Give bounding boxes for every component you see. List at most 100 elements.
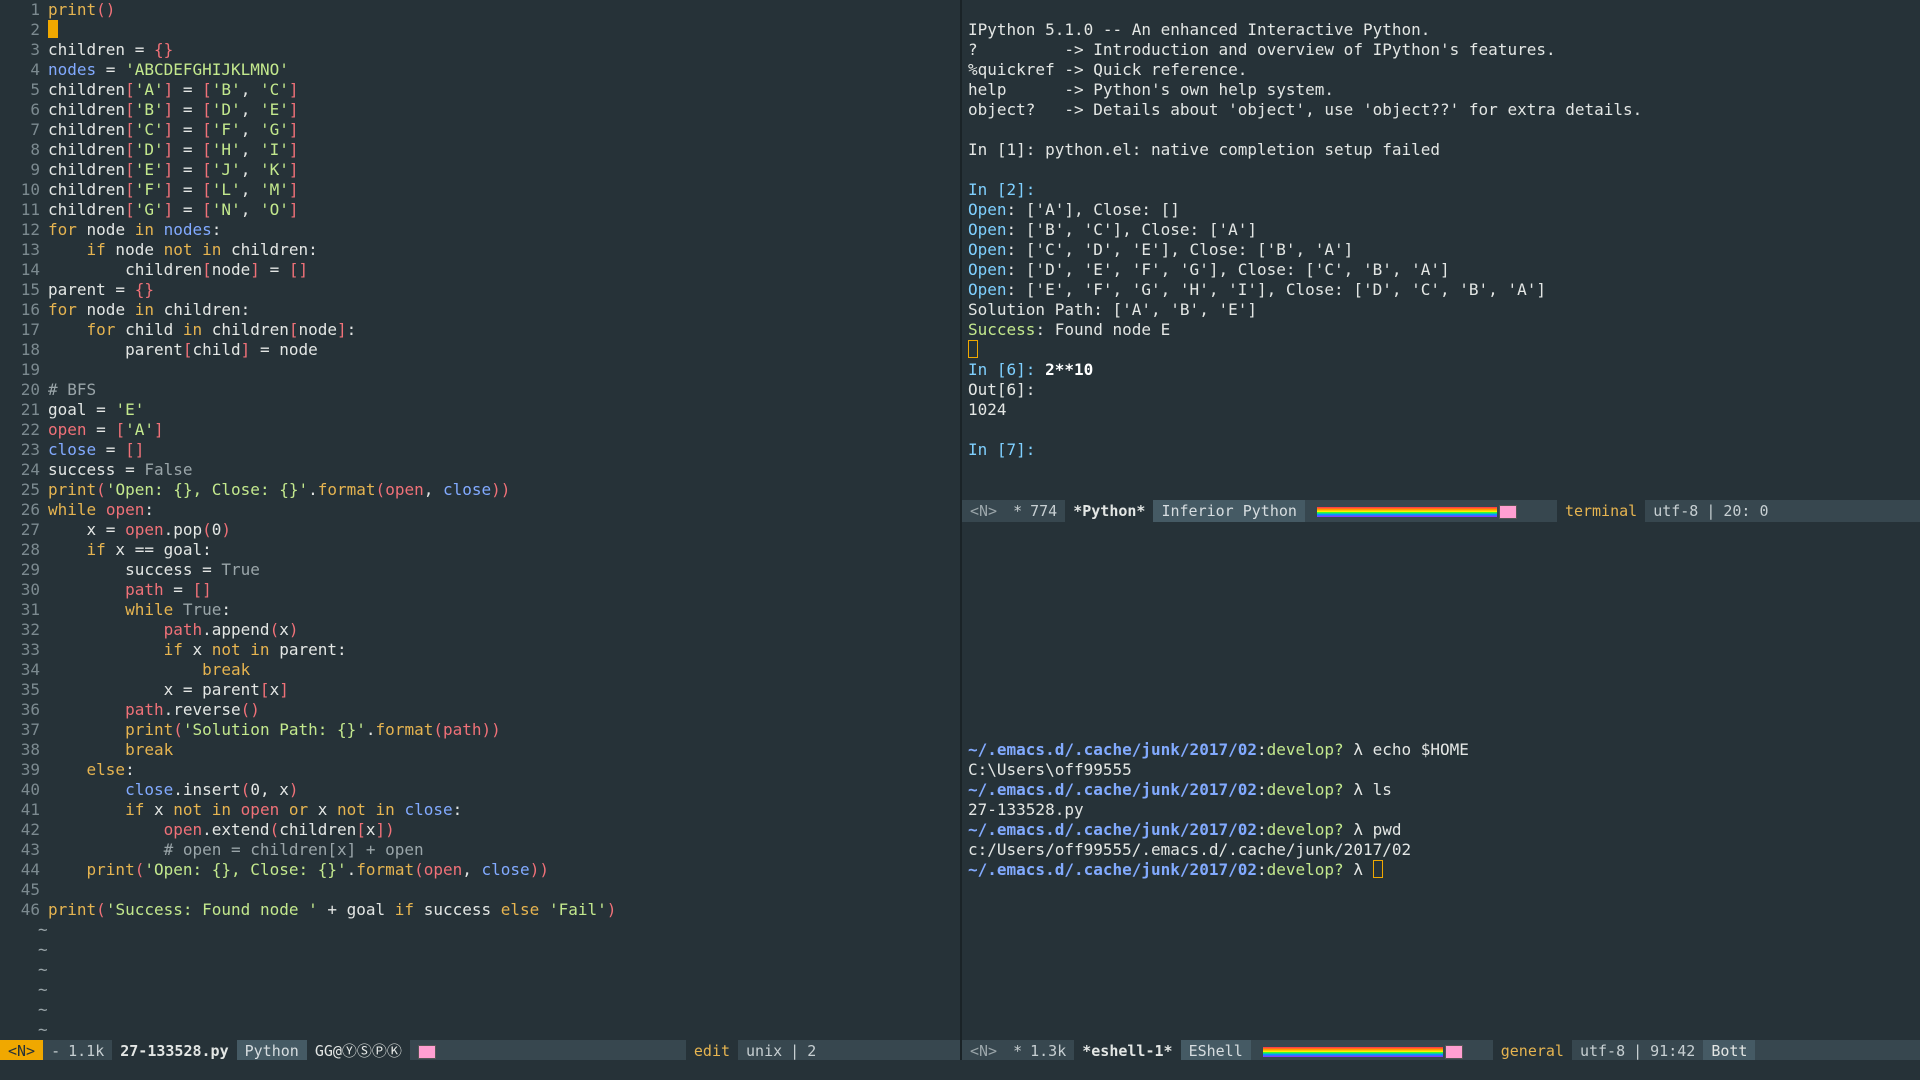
- code-line[interactable]: 20 # BFS: [0, 380, 960, 400]
- code-token: ): [221, 520, 232, 539]
- code-token: success =: [48, 460, 145, 479]
- code-editor-pane[interactable]: 1 print() 2 3 children = {} 4 nodes = 'ABCDEFG…: [0, 0, 960, 1040]
- code-line[interactable]: 11 children['G'] = ['N', 'O']: [0, 200, 960, 220]
- code-line[interactable]: 33 if x not in parent:: [0, 640, 960, 660]
- code-line[interactable]: 19: [0, 360, 960, 380]
- code-line[interactable]: 38 break: [0, 740, 960, 760]
- code-token: 'C': [259, 80, 289, 99]
- code-line[interactable]: 2: [0, 20, 960, 40]
- code-line[interactable]: 13 if node not in children:: [0, 240, 960, 260]
- code-line[interactable]: 35 x = parent[x]: [0, 680, 960, 700]
- code-line[interactable]: 4 nodes = 'ABCDEFGHIJKLMNO': [0, 60, 960, 80]
- code-token: 'M': [259, 180, 289, 199]
- prompt-separator: :: [1256, 780, 1267, 799]
- code-token: format: [356, 860, 415, 879]
- code-line[interactable]: 31 while True:: [0, 600, 960, 620]
- code-line[interactable]: 3 children = {}: [0, 40, 960, 60]
- code-token: ]: [288, 100, 299, 119]
- code-token: x: [182, 640, 212, 659]
- repl-line: Solution Path: ['A', 'B', 'E']: [968, 300, 1920, 320]
- code-line[interactable]: 15 parent = {}: [0, 280, 960, 300]
- code-line[interactable]: 18 parent[child] = node: [0, 340, 960, 360]
- nyan-cat-icon: [1498, 504, 1517, 519]
- code-line[interactable]: 40 close.insert(0, x): [0, 780, 960, 800]
- code-line[interactable]: 26 while open:: [0, 500, 960, 520]
- code-token: close: [48, 440, 97, 459]
- file-name[interactable]: 27-133528.py: [112, 1040, 237, 1062]
- code-token: [: [202, 180, 212, 199]
- code-line[interactable]: 29 success = True: [0, 560, 960, 580]
- code-line[interactable]: 1 print(): [0, 0, 960, 20]
- code-line[interactable]: 14 children[node] = []: [0, 260, 960, 280]
- code-token: ]: [240, 340, 251, 359]
- code-line[interactable]: 44 print('Open: {}, Close: {}'.format(op…: [0, 860, 960, 880]
- code-line[interactable]: 16 for node in children:: [0, 300, 960, 320]
- code-token: (: [134, 860, 145, 879]
- code-line[interactable]: 12 for node in nodes:: [0, 220, 960, 240]
- code-token: close: [125, 780, 174, 799]
- code-line[interactable]: 28 if x == goal:: [0, 540, 960, 560]
- code-token: ]: [163, 180, 174, 199]
- code-token: in: [134, 220, 154, 239]
- code-token: Open: [968, 220, 1007, 239]
- code-line[interactable]: 17 for child in children[node]:: [0, 320, 960, 340]
- code-line[interactable]: 34 break: [0, 660, 960, 680]
- code-token: [: [202, 120, 212, 139]
- code-token: Open: [968, 240, 1007, 259]
- code-line[interactable]: 24 success = False: [0, 460, 960, 480]
- code-token: 0: [211, 520, 222, 539]
- code-token: Solution Path: ['A', 'B', 'E']: [968, 300, 1257, 319]
- code-line[interactable]: 7 children['C'] = ['F', 'G']: [0, 120, 960, 140]
- buffer-name[interactable]: *eshell-1*: [1074, 1040, 1181, 1062]
- echo-area[interactable]: [0, 1060, 1920, 1080]
- code-line[interactable]: 30 path = []: [0, 580, 960, 600]
- code-line[interactable]: 45: [0, 880, 960, 900]
- repl-cursor-line[interactable]: [968, 340, 1920, 360]
- shell-output: c:/Users/off99555/.emacs.d/.cache/junk/2…: [968, 840, 1412, 859]
- separator: |: [1633, 1042, 1643, 1060]
- code-line[interactable]: 37 print('Solution Path: {}'.format(path…: [0, 720, 960, 740]
- code-line[interactable]: 43 # open = children[x] + open: [0, 840, 960, 860]
- code-token: children: [48, 80, 126, 99]
- code-line[interactable]: 36 path.reverse(): [0, 700, 960, 720]
- code-line[interactable]: 42 open.extend(children[x]): [0, 820, 960, 840]
- code-token: In [6]:: [968, 360, 1046, 379]
- major-mode[interactable]: Python: [236, 1040, 307, 1062]
- code-line[interactable]: 46 print('Success: Found node ' + goal if…: [0, 900, 960, 920]
- code-line[interactable]: 21 goal = 'E': [0, 400, 960, 420]
- code-line[interactable]: 25 print('Open: {}, Close: {}'.format(ope…: [0, 480, 960, 500]
- minor-modes[interactable]: GG@ⓎⓈⓅⓀ: [306, 1040, 410, 1062]
- project-name: edit: [685, 1040, 739, 1062]
- eshell-pane[interactable]: ~/.emacs.d/.cache/junk/2017/02:develop? …: [962, 520, 1920, 1040]
- code-line[interactable]: 39 else:: [0, 760, 960, 780]
- code-token: 'L': [211, 180, 241, 199]
- line-number: 9: [30, 160, 40, 179]
- code-token: ,: [240, 120, 260, 139]
- nyan-progress-bar: [1262, 1046, 1443, 1057]
- code-line[interactable]: 27 x = open.pop(0): [0, 520, 960, 540]
- prompt-separator: :: [1256, 740, 1267, 759]
- code-line[interactable]: 32 path.append(x): [0, 620, 960, 640]
- line-number: 14: [20, 260, 40, 279]
- code-token: x =: [48, 520, 126, 539]
- code-token: ]: [288, 180, 299, 199]
- code-line[interactable]: 23 close = []: [0, 440, 960, 460]
- code-token: [: [125, 160, 135, 179]
- code-line[interactable]: 8 children['D'] = ['H', 'I']: [0, 140, 960, 160]
- code-line[interactable]: 5 children['A'] = ['B', 'C']: [0, 80, 960, 100]
- code-line[interactable]: 22 open = ['A']: [0, 420, 960, 440]
- major-mode[interactable]: EShell: [1180, 1040, 1251, 1062]
- line-number: 41: [20, 800, 40, 819]
- line-number: 4: [30, 60, 40, 79]
- code-line[interactable]: 10 children['F'] = ['L', 'M']: [0, 180, 960, 200]
- code-token: goal =: [48, 400, 116, 419]
- code-line[interactable]: 6 children['B'] = ['D', 'E']: [0, 100, 960, 120]
- code-line[interactable]: 41 if x not in open or x not in close:: [0, 800, 960, 820]
- code-line[interactable]: 9 children['E'] = ['J', 'K']: [0, 160, 960, 180]
- major-mode[interactable]: Inferior Python: [1153, 500, 1305, 522]
- code-token: 'D': [211, 100, 241, 119]
- ipython-repl-pane[interactable]: IPython 5.1.0 -- An enhanced Interactive…: [962, 0, 1920, 500]
- shell-prompt-line[interactable]: ~/.emacs.d/.cache/junk/2017/02:develop? …: [968, 860, 1920, 880]
- buffer-name[interactable]: *Python*: [1065, 500, 1154, 522]
